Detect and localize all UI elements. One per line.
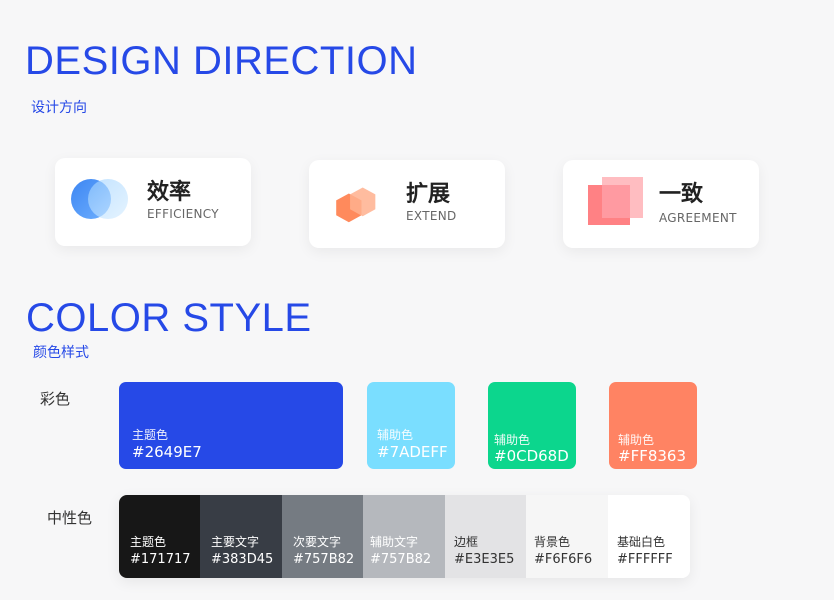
card-efficiency: 效率 EFFICIENCY: [55, 158, 251, 246]
neutral-swatch-name: 主题色: [130, 535, 167, 549]
card-efficiency-subtitle: EFFICIENCY: [147, 207, 219, 221]
neutral-swatch-name: 背景色: [534, 535, 571, 549]
neutral-swatch-white: 基础白色 #FFFFFF: [608, 495, 690, 578]
neutral-swatch-name: 基础白色: [617, 535, 666, 549]
card-extend-subtitle: EXTEND: [406, 209, 457, 223]
neutral-swatch-name: 边框: [454, 535, 479, 549]
swatch-hex: #2649E7: [132, 443, 202, 461]
overlapping-squares-icon: [588, 177, 643, 225]
neutral-swatch-name: 次要文字: [293, 535, 342, 549]
swatch-name: 辅助色: [494, 433, 531, 447]
swatch-accent-green: 辅助色 #0CD68D: [488, 382, 576, 469]
card-extend: 扩展 EXTEND: [309, 160, 505, 248]
neutral-color-bar: 主题色 #171717 主要文字 #383D45 次要文字 #757B82 辅助…: [119, 495, 690, 578]
primary-colors-label: 彩色: [40, 390, 71, 408]
card-agreement-subtitle: AGREEMENT: [659, 211, 737, 225]
neutral-swatch-hex: #757B82: [293, 552, 355, 567]
card-extend-title: 扩展: [406, 182, 451, 207]
overlapping-hexagons-icon: [336, 187, 376, 223]
neutral-swatch-theme: 主题色 #171717: [119, 495, 200, 578]
neutral-swatch-hex: #757B82: [370, 552, 432, 567]
overlapping-circles-icon: [71, 179, 128, 219]
neutral-swatch-auxiliary-text: 辅助文字 #757B82: [363, 495, 445, 578]
neutral-swatch-hex: #F6F6F6: [534, 552, 593, 567]
neutral-colors-label: 中性色: [47, 509, 93, 527]
design-direction-title: DESIGN DIRECTION: [25, 39, 418, 83]
swatch-name: 辅助色: [618, 433, 655, 447]
neutral-swatch-name: 主要文字: [211, 535, 260, 549]
swatch-name: 主题色: [132, 428, 169, 442]
neutral-swatch-hex: #E3E3E5: [454, 552, 515, 567]
color-style-title: COLOR STYLE: [26, 296, 312, 340]
swatch-hex: #7ADEFF: [377, 443, 448, 461]
color-style-subtitle: 颜色样式: [33, 345, 89, 361]
neutral-swatch-secondary-text: 次要文字 #757B82: [282, 495, 363, 578]
swatch-accent-orange: 辅助色 #FF8363: [609, 382, 697, 469]
neutral-swatch-background: 背景色 #F6F6F6: [526, 495, 608, 578]
neutral-swatch-name: 辅助文字: [370, 535, 419, 549]
card-efficiency-title: 效率: [147, 180, 192, 205]
swatch-name: 辅助色: [377, 428, 414, 442]
neutral-swatch-hex: #171717: [130, 552, 191, 567]
design-direction-subtitle: 设计方向: [31, 100, 87, 116]
swatch-hex: #0CD68D: [494, 447, 569, 465]
swatch-hex: #FF8363: [618, 447, 686, 465]
neutral-swatch-hex: #FFFFFF: [617, 552, 673, 567]
card-agreement-title: 一致: [659, 182, 704, 207]
swatch-theme-color: 主题色 #2649E7: [119, 382, 343, 469]
neutral-swatch-border: 边框 #E3E3E5: [445, 495, 526, 578]
card-agreement: 一致 AGREEMENT: [563, 160, 759, 248]
swatch-accent-cyan: 辅助色 #7ADEFF: [367, 382, 455, 469]
neutral-swatch-hex: #383D45: [211, 552, 274, 567]
neutral-swatch-primary-text: 主要文字 #383D45: [200, 495, 282, 578]
